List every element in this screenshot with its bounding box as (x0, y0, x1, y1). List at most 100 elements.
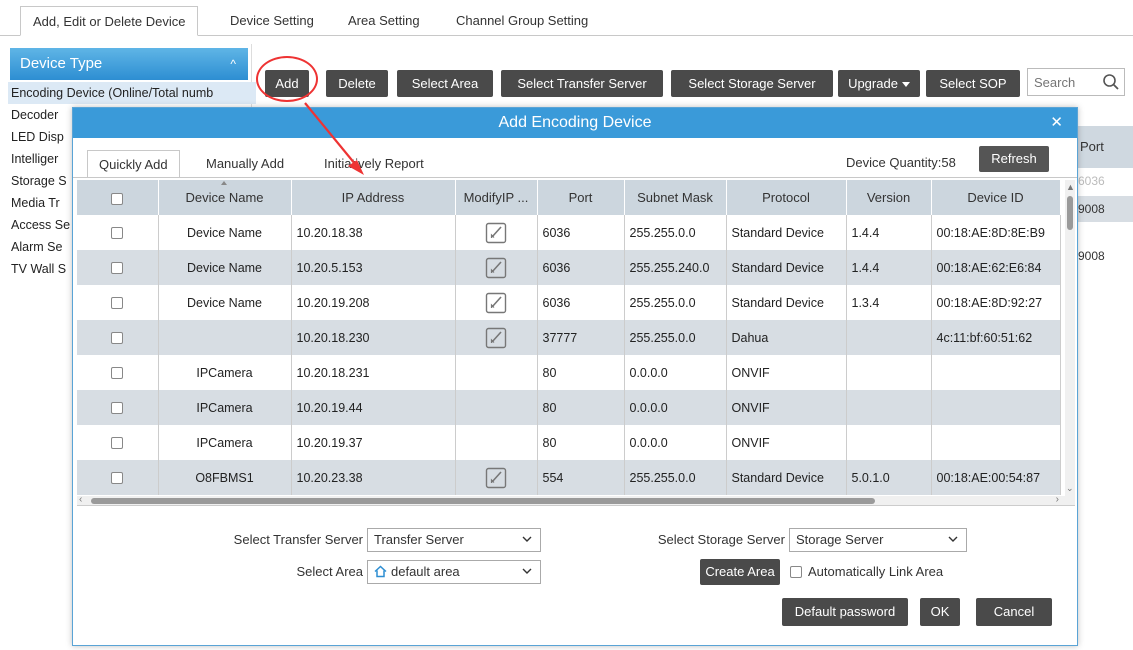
row-select-cell (77, 215, 159, 250)
table-row[interactable]: Device Name 10.20.5.153 6036 255.255.240.0 S… (77, 250, 1061, 285)
vertical-scrollbar[interactable]: ▲ ⌄ (1065, 180, 1075, 505)
chevron-up-icon[interactable]: ^ (230, 48, 236, 80)
dialog-title: Add Encoding Device (498, 114, 652, 131)
port-cell: 6036 (537, 250, 625, 285)
row-select-cell (77, 355, 159, 390)
edit-icon[interactable] (484, 221, 508, 245)
column-header-device-id[interactable]: Device ID (931, 180, 1061, 215)
subnet-mask-cell: 255.255.0.0 (624, 285, 727, 320)
search-input[interactable] (1028, 69, 1098, 95)
auto-link-area-checkbox[interactable] (790, 566, 802, 578)
device-id-cell (931, 355, 1061, 390)
row-checkbox[interactable] (111, 227, 124, 240)
select-sop-button[interactable]: Select SOP (926, 70, 1020, 97)
transfer-server-select[interactable]: Transfer Server (367, 528, 541, 552)
scroll-right-icon[interactable]: › (1056, 494, 1059, 505)
table-row[interactable]: IPCamera 10.20.19.37 80 0.0.0.0 ONVIF (77, 425, 1061, 460)
horizontal-scrollbar[interactable]: ‹ › (77, 494, 1065, 505)
row-checkbox[interactable] (111, 472, 124, 485)
edit-icon[interactable] (484, 326, 508, 350)
table-row[interactable]: IPCamera 10.20.18.231 80 0.0.0.0 ONVIF (77, 355, 1061, 390)
area-select[interactable]: default area (367, 560, 541, 584)
select-all-checkbox[interactable] (111, 192, 124, 205)
column-header-protocol[interactable]: Protocol (726, 180, 847, 215)
refresh-button[interactable]: Refresh (979, 146, 1049, 172)
tab-device-setting[interactable]: Device Setting (218, 6, 326, 36)
default-password-button[interactable]: Default password (782, 598, 908, 626)
tab-divider (73, 177, 1077, 178)
device-name-cell: Device Name (158, 285, 292, 320)
ip-address-cell: 10.20.23.38 (291, 460, 456, 495)
table-row[interactable]: Device Name 10.20.19.208 6036 255.255.0.0 St… (77, 285, 1061, 320)
scroll-up-icon[interactable]: ▲ (1066, 182, 1075, 192)
scroll-down-icon[interactable]: ⌄ (1066, 483, 1074, 494)
top-tab-bar: Add, Edit or Delete Device Device Settin… (0, 0, 1133, 36)
caret-down-icon (901, 82, 910, 88)
row-checkbox[interactable] (111, 262, 124, 275)
tab-initiatively-report[interactable]: Initiatively Report (313, 150, 435, 178)
select-storage-server-button[interactable]: Select Storage Server (671, 70, 833, 97)
protocol-cell: ONVIF (726, 355, 847, 390)
device-id-cell: 00:18:AE:62:E6:84 (931, 250, 1061, 285)
device-type-item-encoding[interactable]: Encoding Device (Online/Total numb (8, 82, 256, 104)
upgrade-button[interactable]: Upgrade (838, 70, 920, 97)
column-header-ip-address[interactable]: IP Address (291, 180, 456, 215)
add-encoding-device-dialog: Add Encoding Device ✕ Quickly Add Manual… (72, 107, 1078, 646)
column-header-subnet-mask[interactable]: Subnet Mask (624, 180, 727, 215)
row-checkbox[interactable] (111, 297, 124, 310)
subnet-mask-cell: 255.255.240.0 (624, 250, 727, 285)
tab-channel-group-setting[interactable]: Channel Group Setting (444, 6, 600, 36)
scroll-left-icon[interactable]: ‹ (79, 494, 82, 505)
column-label: Device Name (185, 190, 264, 205)
row-select-cell (77, 250, 159, 285)
device-type-header[interactable]: Device Type ^ (10, 48, 248, 80)
horizontal-scroll-thumb[interactable] (91, 498, 875, 504)
row-checkbox[interactable] (111, 367, 124, 380)
protocol-cell: ONVIF (726, 425, 847, 460)
tab-quickly-add[interactable]: Quickly Add (87, 150, 180, 178)
delete-button[interactable]: Delete (326, 70, 388, 97)
storage-server-select[interactable]: Storage Server (789, 528, 967, 552)
column-header-modify-ip[interactable]: ModifyIP ... (455, 180, 538, 215)
create-area-button[interactable]: Create Area (700, 559, 780, 585)
table-row[interactable]: O8FBMS1 10.20.23.38 554 255.255.0.0 Standard… (77, 460, 1061, 495)
cancel-button[interactable]: Cancel (976, 598, 1052, 626)
background-port-cell: 9008 (1076, 196, 1133, 222)
protocol-cell: Standard Device (726, 460, 847, 495)
select-area-button[interactable]: Select Area (397, 70, 493, 97)
port-cell: 6036 (537, 215, 625, 250)
device-id-cell (931, 425, 1061, 460)
ok-button[interactable]: OK (920, 598, 960, 626)
tab-area-setting[interactable]: Area Setting (336, 6, 432, 36)
row-checkbox[interactable] (111, 332, 124, 345)
tab-manually-add[interactable]: Manually Add (195, 150, 295, 178)
device-type-title: Device Type (20, 55, 103, 72)
table-row[interactable]: Device Name 10.20.18.38 6036 255.255.0.0 Sta… (77, 215, 1061, 250)
column-header-version[interactable]: Version (846, 180, 932, 215)
table-row[interactable]: 10.20.18.230 37777 255.255.0.0 Dahua 4c:11:b… (77, 320, 1061, 355)
search-icon[interactable] (1102, 73, 1120, 91)
modify-ip-cell (455, 460, 538, 495)
ip-address-cell: 10.20.18.230 (291, 320, 456, 355)
row-select-cell (77, 390, 159, 425)
row-checkbox[interactable] (111, 437, 124, 450)
table-row[interactable]: IPCamera 10.20.19.44 80 0.0.0.0 ONVIF (77, 390, 1061, 425)
device-id-cell: 00:18:AE:8D:8E:B9 (931, 215, 1061, 250)
ip-address-cell: 10.20.19.44 (291, 390, 456, 425)
row-checkbox[interactable] (111, 402, 124, 415)
edit-icon[interactable] (484, 466, 508, 490)
search-box[interactable] (1027, 68, 1125, 96)
row-select-cell (77, 425, 159, 460)
column-header-device-name[interactable]: Device Name (158, 180, 292, 215)
edit-icon[interactable] (484, 291, 508, 315)
chevron-down-icon (948, 536, 958, 542)
edit-icon[interactable] (484, 256, 508, 280)
close-icon[interactable]: ✕ (1050, 108, 1063, 138)
modify-ip-cell (455, 285, 538, 320)
column-header-port[interactable]: Port (537, 180, 625, 215)
tab-add-edit-delete-device[interactable]: Add, Edit or Delete Device (20, 6, 199, 36)
device-id-cell: 00:18:AE:00:54:87 (931, 460, 1061, 495)
area-value: default area (391, 564, 460, 579)
vertical-scroll-thumb[interactable] (1067, 196, 1073, 230)
select-transfer-server-button[interactable]: Select Transfer Server (501, 70, 663, 97)
